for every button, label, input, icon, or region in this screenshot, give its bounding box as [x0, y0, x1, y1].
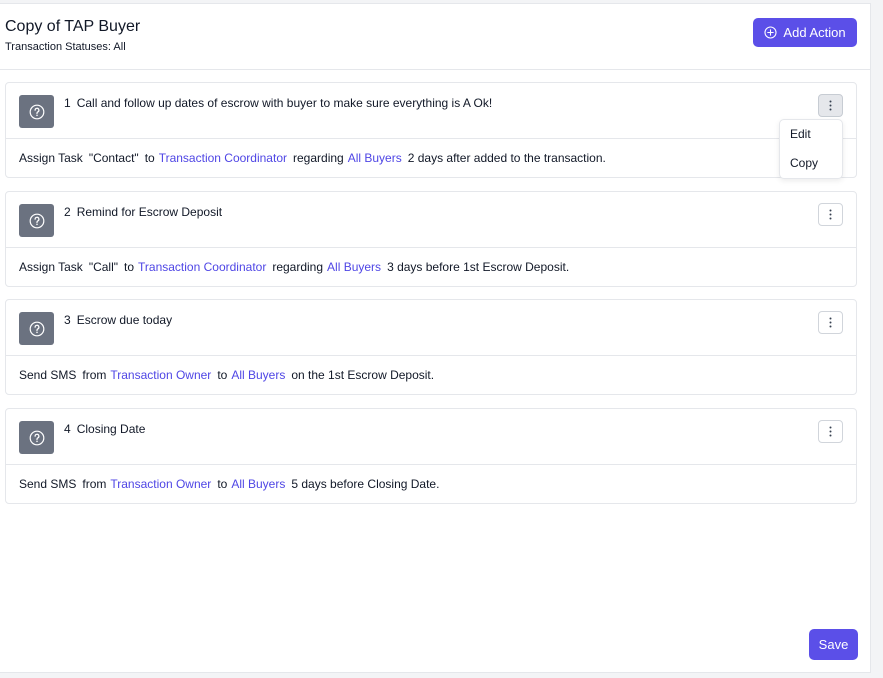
action-description: Assign Task "Call" to Transaction Coordi… [6, 248, 856, 286]
action-card-2: 2 Remind for Escrow Deposit Assign Task "… [5, 191, 857, 287]
action-number: 1 [64, 96, 71, 110]
action-title-text: Closing Date [76, 422, 146, 436]
header: Copy of TAP Buyer Transaction Statuses: … [0, 4, 871, 70]
recipient-link[interactable]: All Buyers [231, 368, 285, 382]
action-title-text: Escrow due today [76, 313, 173, 327]
recipient-link[interactable]: All Buyers [327, 260, 381, 274]
action-title: 3 Escrow due today [64, 313, 172, 327]
connector-text: to [144, 151, 155, 165]
action-number: 4 [64, 422, 71, 436]
timing-text: on the 1st Escrow Deposit. [291, 368, 435, 382]
action-description: Assign Task "Contact" to Transaction Coo… [6, 139, 856, 177]
action-menu-button[interactable] [818, 311, 843, 334]
menu-item-edit[interactable]: Edit [790, 127, 811, 141]
action-menu-button[interactable] [818, 203, 843, 226]
action-title-text: Remind for Escrow Deposit [76, 205, 223, 219]
timing-text: 3 days before 1st Escrow Deposit. [387, 260, 570, 274]
connector-text: from [82, 477, 107, 491]
add-action-button[interactable]: Add Action [753, 18, 857, 47]
timing-text: 5 days before Closing Date. [291, 477, 440, 491]
connector-text: to [217, 477, 228, 491]
status-filter-text: Transaction Statuses: All [5, 41, 126, 53]
action-description: Send SMS from Transaction Owner to All B… [6, 356, 856, 394]
connector-text: to [124, 260, 135, 274]
action-type: Send SMS [19, 477, 77, 491]
action-number: 3 [64, 313, 71, 327]
more-vertical-icon [829, 426, 832, 437]
page-title: Copy of TAP Buyer [5, 18, 141, 35]
action-number: 2 [64, 205, 71, 219]
action-menu-button[interactable] [818, 420, 843, 443]
plus-circle-icon [764, 26, 777, 39]
menu-item-copy[interactable]: Copy [790, 156, 818, 170]
action-card-3: 3 Escrow due today Send SMS from Transact… [5, 299, 857, 395]
action-title: 1 Call and follow up dates of escrow with… [64, 96, 492, 110]
action-type: Send SMS [19, 368, 77, 382]
task-name: "Call" [88, 260, 119, 274]
assignee-link[interactable]: Transaction Coordinator [159, 151, 287, 165]
action-title-text: Call and follow up dates of escrow with … [76, 96, 493, 110]
sender-link[interactable]: Transaction Owner [110, 368, 211, 382]
question-icon [19, 204, 54, 237]
connector-text: regarding [293, 151, 344, 165]
question-icon [19, 421, 54, 454]
action-type: Assign Task [19, 151, 83, 165]
action-description: Send SMS from Transaction Owner to All B… [6, 465, 856, 503]
sender-link[interactable]: Transaction Owner [110, 477, 211, 491]
question-icon [19, 312, 54, 345]
action-card-4: 4 Closing Date Send SMS from Transaction … [5, 408, 857, 504]
task-name: "Contact" [88, 151, 139, 165]
action-card-1: 1 Call and follow up dates of escrow with… [5, 82, 857, 178]
timing-text: 2 days after added to the transaction. [407, 151, 606, 165]
more-vertical-icon [829, 209, 832, 220]
recipient-link[interactable]: All Buyers [231, 477, 285, 491]
more-vertical-icon [829, 317, 832, 328]
action-type: Assign Task [19, 260, 83, 274]
page-footer-strip [0, 673, 883, 678]
recipient-link[interactable]: All Buyers [348, 151, 402, 165]
connector-text: regarding [272, 260, 324, 274]
assignee-link[interactable]: Transaction Coordinator [138, 260, 266, 274]
action-dropdown-menu: Edit Copy [779, 119, 843, 179]
save-button[interactable]: Save [809, 629, 858, 660]
more-vertical-icon [829, 100, 832, 111]
connector-text: from [82, 368, 107, 382]
action-title: 4 Closing Date [64, 422, 145, 436]
action-menu-button[interactable] [818, 94, 843, 117]
connector-text: to [217, 368, 228, 382]
question-icon [19, 95, 54, 128]
action-title: 2 Remind for Escrow Deposit [64, 205, 222, 219]
add-action-label: Add Action [783, 25, 846, 40]
